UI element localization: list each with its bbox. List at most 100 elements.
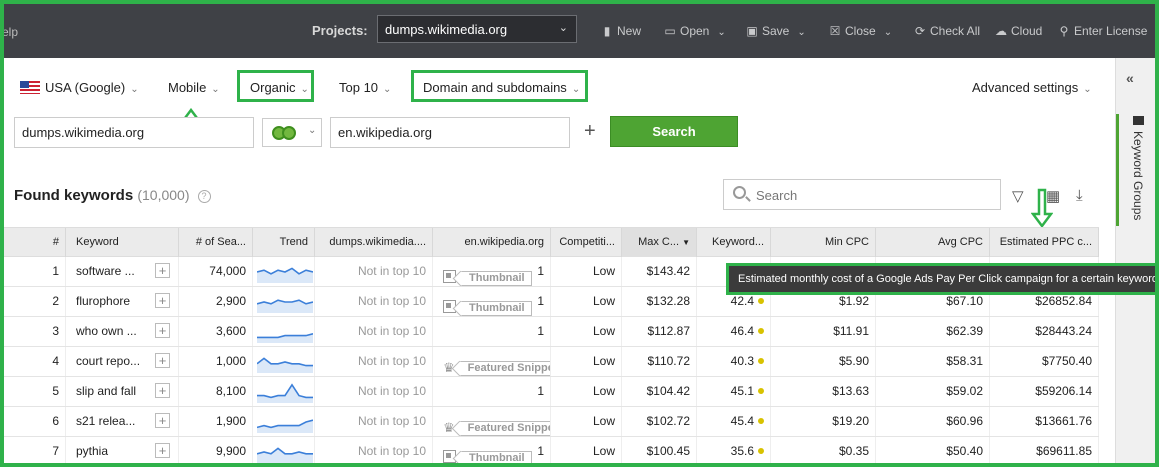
keyword-text[interactable]: who own ... xyxy=(76,324,137,338)
crown-icon: ♛ xyxy=(443,420,455,435)
search-type-dropdown[interactable]: Organic ⌄ xyxy=(250,80,309,95)
domain1-input[interactable]: dumps.wikimedia.org xyxy=(14,117,254,148)
add-to-group-icon[interactable]: + xyxy=(155,443,170,458)
cell-min: $13.63 xyxy=(771,377,876,406)
col-domain1[interactable]: dumps.wikimedia.... xyxy=(315,228,433,257)
cell-max: $102.72 xyxy=(622,407,697,436)
cell-n: 2 xyxy=(4,287,66,316)
trend-sparkline xyxy=(257,419,313,433)
help-icon[interactable]: ? xyxy=(197,190,211,203)
table-row[interactable]: 6 s21 relea... +1,900 Not in top 10 ♛ Feature… xyxy=(4,407,1099,437)
table-row[interactable]: 5 slip and fall +8,100 Not in top 10 1 Low $10… xyxy=(4,377,1099,407)
keyword-text[interactable]: court repo... xyxy=(76,354,140,368)
table-row[interactable]: 7 pythia +9,900 Not in top 10 Thumbnail 1 Low $… xyxy=(4,437,1099,463)
close-button[interactable]: ☒ Close ⌄ xyxy=(829,24,892,38)
advanced-settings-dropdown[interactable]: Advanced settings ⌄ xyxy=(972,80,1092,95)
save-icon: ▣ xyxy=(746,24,758,38)
col-estimated-ppc[interactable]: Estimated PPC c... xyxy=(990,228,1099,257)
col-min-cpc[interactable]: Min CPC xyxy=(771,228,876,257)
cell-trend xyxy=(253,437,315,463)
export-icon[interactable]: ⤓ xyxy=(1076,187,1083,204)
crown-icon: ♛ xyxy=(443,360,455,375)
cell-avg: $62.39 xyxy=(876,317,990,346)
search-button[interactable]: Search xyxy=(610,116,738,147)
serp-feature-badge: Thumbnail xyxy=(443,443,532,463)
open-button[interactable]: ▭ Open ⌄ xyxy=(664,24,725,38)
results-search-input[interactable]: Search xyxy=(723,179,1001,210)
col-keyword[interactable]: Keyword xyxy=(66,228,179,257)
scope-dropdown[interactable]: Domain and subdomains ⌄ xyxy=(423,80,580,95)
filter-icon[interactable]: ▽ xyxy=(1012,187,1024,205)
cell-min: $11.91 xyxy=(771,317,876,346)
top-dropdown[interactable]: Top 10 ⌄ xyxy=(339,80,391,95)
save-button[interactable]: ▣ Save ⌄ xyxy=(746,24,805,38)
keyword-text[interactable]: s21 relea... xyxy=(76,414,135,428)
chevron-down-icon: ⌄ xyxy=(300,84,309,95)
add-to-group-icon[interactable]: + xyxy=(155,413,170,428)
projects-label: Projects: xyxy=(312,23,368,38)
add-to-group-icon[interactable]: + xyxy=(155,353,170,368)
cell-n: 7 xyxy=(4,437,66,463)
table-row[interactable]: 3 who own ... +3,600 Not in top 10 1 Low $112.… xyxy=(4,317,1099,347)
cell-keyword: flurophore + xyxy=(66,287,179,316)
cell-ppc: $28443.24 xyxy=(990,317,1099,346)
close-icon: ☒ xyxy=(829,24,841,38)
keyword-difficulty-value: 46.4 xyxy=(730,324,754,338)
col-number[interactable]: # xyxy=(4,228,66,257)
chevron-down-icon[interactable]: ⌄ xyxy=(884,27,892,38)
add-domain-icon[interactable]: + xyxy=(584,120,596,143)
collapse-panel-icon[interactable]: « xyxy=(1126,70,1134,86)
col-competition[interactable]: Competiti... xyxy=(551,228,622,257)
cell-keyword: s21 relea... + xyxy=(66,407,179,436)
col-avg-cpc[interactable]: Avg CPC xyxy=(876,228,990,257)
col-domain2[interactable]: en.wikipedia.org xyxy=(433,228,551,257)
trend-sparkline xyxy=(257,267,313,283)
top-value: Top 10 xyxy=(339,80,379,95)
cell-max: $112.87 xyxy=(622,317,697,346)
serp-feature-tag: Thumbnail xyxy=(461,271,532,286)
cell-min: $0.35 xyxy=(771,437,876,463)
col-keyword-difficulty[interactable]: Keyword... xyxy=(697,228,771,257)
cell-d1: Not in top 10 xyxy=(315,347,433,376)
add-to-group-icon[interactable]: + xyxy=(155,293,170,308)
chevron-down-icon[interactable]: ⌄ xyxy=(717,27,725,38)
enter-license-button[interactable]: ⚲ Enter License xyxy=(1058,24,1148,38)
new-button[interactable]: ▮ New xyxy=(601,24,641,38)
add-to-group-icon[interactable]: + xyxy=(155,263,170,278)
cell-searches: 1,900 xyxy=(179,407,253,436)
add-to-group-icon[interactable]: + xyxy=(155,323,170,338)
cell-d2: Thumbnail 1 xyxy=(433,257,551,286)
keyword-text[interactable]: software ... xyxy=(76,264,135,278)
serp-feature-tag: Featured Snippet xyxy=(459,421,550,436)
device-dropdown[interactable]: Mobile ⌄ xyxy=(168,80,220,95)
keyword-text[interactable]: pythia xyxy=(76,444,108,458)
chevron-down-icon[interactable]: ⌄ xyxy=(797,27,805,38)
domain2-input[interactable]: en.wikipedia.org xyxy=(330,117,570,148)
cell-searches: 3,600 xyxy=(179,317,253,346)
cell-comp: Low xyxy=(551,347,622,376)
project-select[interactable]: dumps.wikimedia.org ⌄ xyxy=(377,15,577,43)
scope-value: Domain and subdomains xyxy=(423,80,567,95)
help-menu[interactable]: elp xyxy=(4,25,18,39)
position-value: 1 xyxy=(537,264,544,278)
check-all-button[interactable]: ⟳ Check All xyxy=(914,24,980,38)
keyword-groups-tab[interactable]: Keyword Groups xyxy=(1125,116,1145,226)
keyword-text[interactable]: slip and fall xyxy=(76,384,136,398)
cell-trend xyxy=(253,287,315,316)
cell-max: $100.45 xyxy=(622,437,697,463)
us-flag-icon xyxy=(20,81,40,94)
results-title-text: Found keywords xyxy=(14,187,134,204)
col-max-cpc[interactable]: Max C... ▼ xyxy=(622,228,697,257)
cloud-button[interactable]: ☁ Cloud xyxy=(995,24,1042,38)
add-to-group-icon[interactable]: + xyxy=(155,383,170,398)
keyword-text[interactable]: flurophore xyxy=(76,294,130,308)
country-dropdown[interactable]: USA (Google) ⌄ xyxy=(20,80,139,95)
difficulty-dot-icon xyxy=(758,448,764,454)
close-label: Close xyxy=(845,24,876,38)
comparison-mode-dropdown[interactable]: ⌄ xyxy=(262,118,322,147)
cell-d1: Not in top 10 xyxy=(315,437,433,463)
cell-avg: $59.02 xyxy=(876,377,990,406)
table-row[interactable]: 4 court repo... +1,000 Not in top 10 ♛ Featur… xyxy=(4,347,1099,377)
col-trend[interactable]: Trend xyxy=(253,228,315,257)
col-searches[interactable]: # of Sea... xyxy=(179,228,253,257)
